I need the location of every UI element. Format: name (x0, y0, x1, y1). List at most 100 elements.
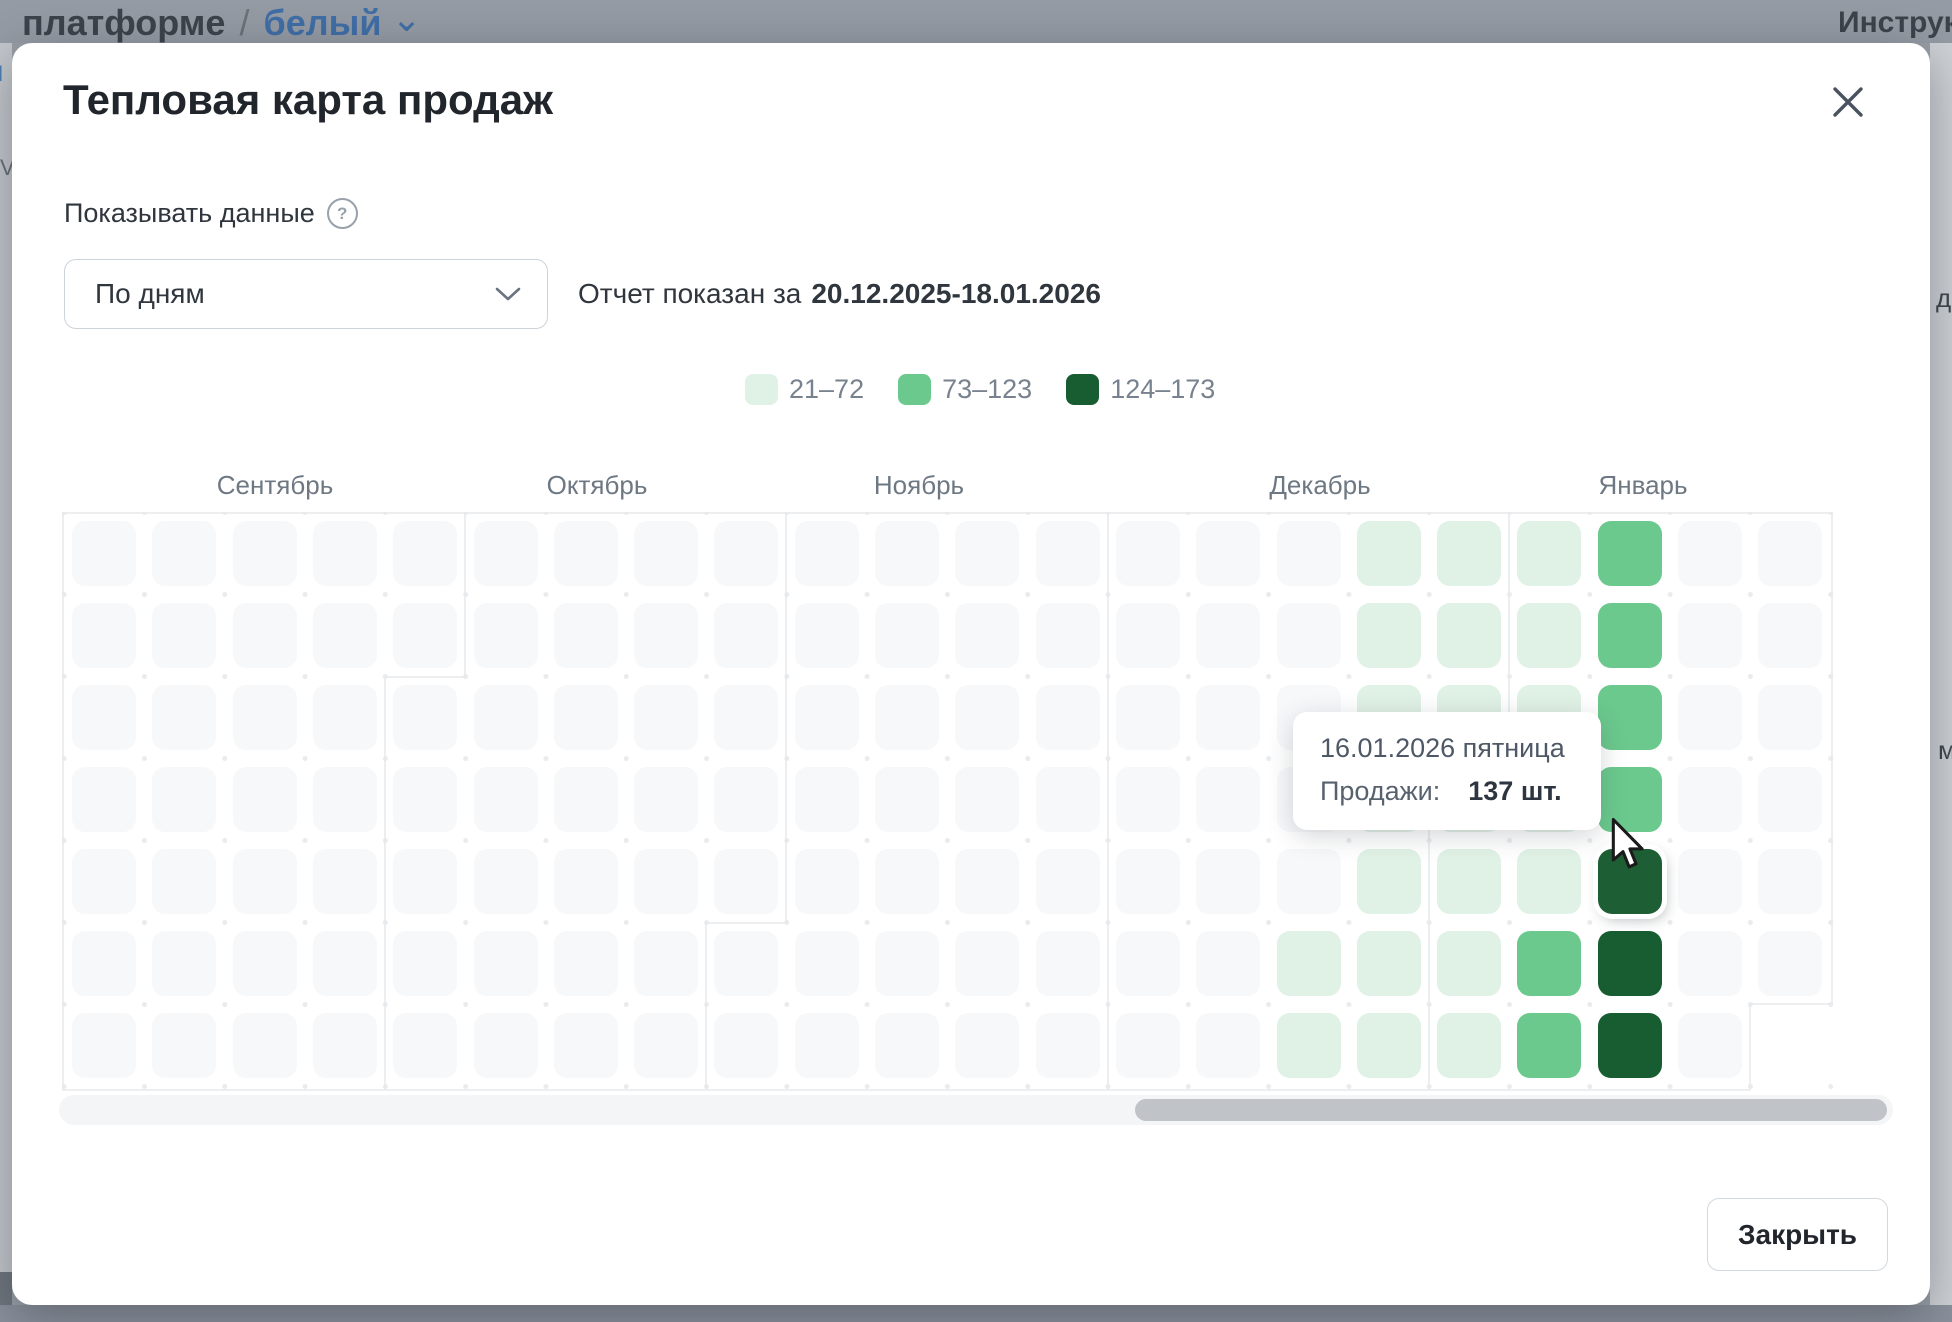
heatmap-cell[interactable] (634, 1013, 698, 1078)
heatmap-cell[interactable] (233, 931, 297, 996)
heatmap-cell[interactable] (634, 767, 698, 832)
heatmap-cell[interactable] (875, 849, 939, 914)
heatmap-cell[interactable] (1598, 603, 1662, 668)
heatmap-cell[interactable] (875, 685, 939, 750)
heatmap-cell[interactable] (1277, 521, 1341, 586)
heatmap-cell[interactable] (1758, 931, 1822, 996)
heatmap-cell[interactable] (554, 767, 618, 832)
heatmap-cell[interactable] (1517, 603, 1581, 668)
heatmap-cell[interactable] (795, 1013, 859, 1078)
heatmap-cell[interactable] (634, 603, 698, 668)
heatmap-cell[interactable] (554, 685, 618, 750)
heatmap-cell[interactable] (1116, 1013, 1180, 1078)
heatmap-cell[interactable] (1758, 603, 1822, 668)
heatmap-cell[interactable] (955, 685, 1019, 750)
heatmap-cell[interactable] (393, 849, 457, 914)
heatmap-cell[interactable] (393, 603, 457, 668)
heatmap-cell[interactable] (1116, 931, 1180, 996)
heatmap-cell[interactable] (1758, 849, 1822, 914)
heatmap-cell[interactable] (634, 931, 698, 996)
heatmap-cell[interactable] (1196, 931, 1260, 996)
heatmap-cell[interactable] (875, 931, 939, 996)
heatmap-cell[interactable] (1357, 521, 1421, 586)
heatmap-cell[interactable] (72, 521, 136, 586)
heatmap-cell[interactable] (474, 767, 538, 832)
heatmap-cell[interactable] (152, 685, 216, 750)
heatmap-cell[interactable] (1036, 767, 1100, 832)
heatmap-cell[interactable] (152, 767, 216, 832)
heatmap-cell[interactable] (474, 849, 538, 914)
heatmap-cell[interactable] (1277, 603, 1341, 668)
heatmap-cell[interactable] (1437, 849, 1501, 914)
heatmap-cell[interactable] (1598, 685, 1662, 750)
heatmap-cell[interactable] (1678, 1013, 1742, 1078)
heatmap-cell[interactable] (1758, 767, 1822, 832)
close-button[interactable]: Закрыть (1707, 1198, 1888, 1271)
heatmap-cell[interactable] (393, 521, 457, 586)
heatmap-cell[interactable] (1437, 1013, 1501, 1078)
heatmap-cell[interactable] (554, 1013, 618, 1078)
heatmap-cell[interactable] (1036, 603, 1100, 668)
heatmap-cell[interactable] (1678, 767, 1742, 832)
heatmap-cell[interactable] (1357, 849, 1421, 914)
heatmap-cell[interactable] (795, 685, 859, 750)
heatmap-cell[interactable] (1277, 849, 1341, 914)
heatmap-cell[interactable] (554, 849, 618, 914)
heatmap-cell[interactable] (554, 521, 618, 586)
heatmap-cell[interactable] (634, 521, 698, 586)
heatmap-cell[interactable] (474, 603, 538, 668)
heatmap-cell[interactable] (955, 1013, 1019, 1078)
heatmap-cell[interactable] (1598, 931, 1662, 996)
heatmap-cell[interactable] (1437, 931, 1501, 996)
heatmap-cell[interactable] (1196, 603, 1260, 668)
heatmap-cell[interactable] (152, 603, 216, 668)
heatmap-cell[interactable] (72, 767, 136, 832)
heatmap-cell[interactable] (1196, 521, 1260, 586)
heatmap-cell[interactable] (233, 685, 297, 750)
heatmap-cell[interactable] (474, 1013, 538, 1078)
heatmap-cell[interactable] (474, 521, 538, 586)
heatmap-cell[interactable] (72, 685, 136, 750)
heatmap-cell[interactable] (714, 685, 778, 750)
heatmap-cell[interactable] (714, 767, 778, 832)
heatmap-cell[interactable] (1678, 849, 1742, 914)
heatmap-cell[interactable] (313, 767, 377, 832)
heatmap-cell[interactable] (1357, 603, 1421, 668)
heatmap-cell[interactable] (1678, 521, 1742, 586)
heatmap-cell[interactable] (233, 1013, 297, 1078)
heatmap-cell[interactable] (152, 849, 216, 914)
heatmap-cell[interactable] (1196, 767, 1260, 832)
scrollbar-thumb[interactable] (1135, 1099, 1887, 1121)
heatmap-cell[interactable] (554, 603, 618, 668)
heatmap-cell[interactable] (714, 849, 778, 914)
heatmap-cell[interactable] (1678, 685, 1742, 750)
heatmap-cell[interactable] (1758, 521, 1822, 586)
horizontal-scrollbar[interactable] (59, 1095, 1893, 1125)
heatmap-cell[interactable] (393, 931, 457, 996)
heatmap-cell[interactable] (72, 1013, 136, 1078)
heatmap-cell[interactable] (955, 931, 1019, 996)
heatmap-cell[interactable] (1196, 1013, 1260, 1078)
heatmap-cell[interactable] (313, 685, 377, 750)
heatmap-cell[interactable] (634, 685, 698, 750)
heatmap-cell[interactable] (1758, 685, 1822, 750)
heatmap-cell[interactable] (1196, 685, 1260, 750)
heatmap-cell[interactable] (1437, 603, 1501, 668)
heatmap-cell[interactable] (1196, 849, 1260, 914)
heatmap-cell[interactable] (313, 1013, 377, 1078)
heatmap-cell[interactable] (233, 521, 297, 586)
heatmap-cell[interactable] (955, 521, 1019, 586)
heatmap-cell[interactable] (72, 931, 136, 996)
heatmap-cell[interactable] (72, 849, 136, 914)
heatmap-cell[interactable] (795, 767, 859, 832)
heatmap-cell[interactable] (393, 1013, 457, 1078)
heatmap-cell[interactable] (955, 603, 1019, 668)
heatmap-cell[interactable] (714, 931, 778, 996)
heatmap-cell[interactable] (875, 767, 939, 832)
heatmap-cell[interactable] (1678, 603, 1742, 668)
heatmap-cell[interactable] (795, 521, 859, 586)
heatmap-cell[interactable] (1277, 1013, 1341, 1078)
heatmap-cell[interactable] (1116, 521, 1180, 586)
heatmap-cell[interactable] (714, 603, 778, 668)
heatmap-cell[interactable] (795, 849, 859, 914)
